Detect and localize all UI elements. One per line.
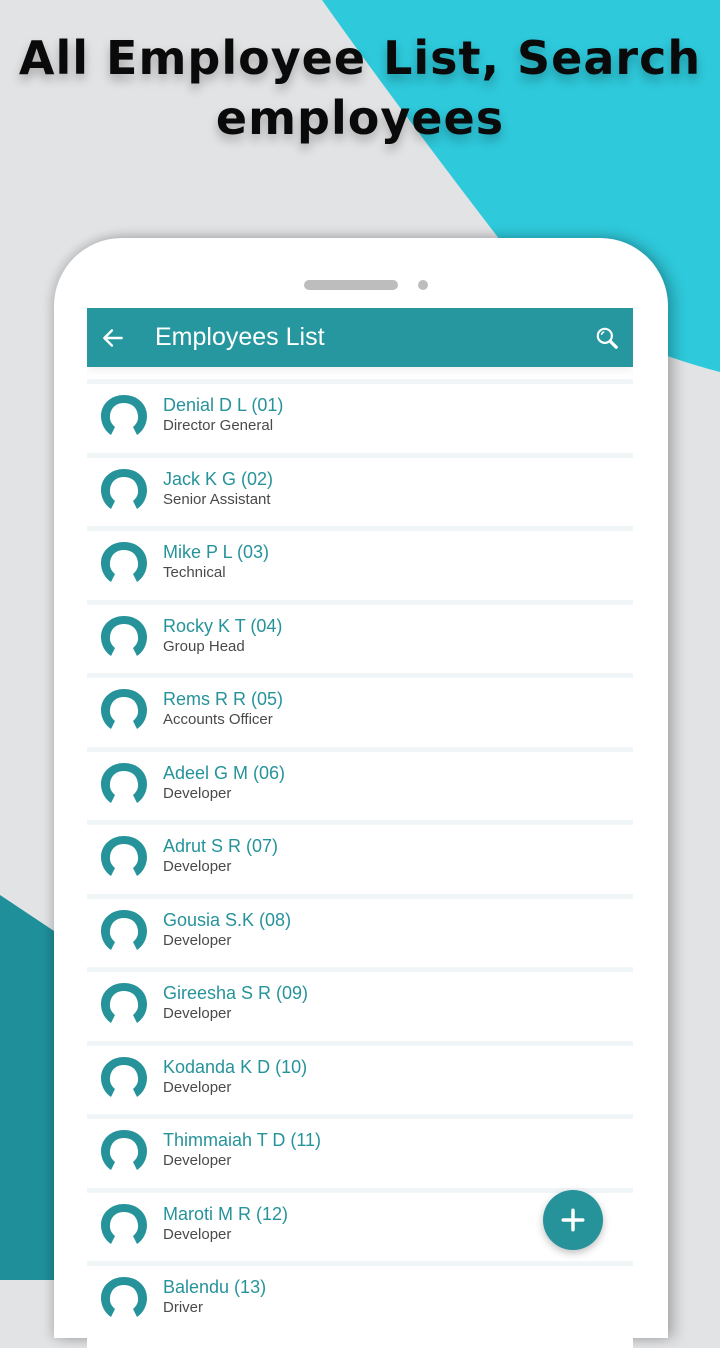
employee-role: Developer (163, 1152, 232, 1169)
teal-background-shape (0, 895, 60, 1280)
employee-list-item[interactable]: Gousia S.K (08) Developer (87, 893, 633, 961)
employee-name: Gousia S.K (08) (163, 909, 292, 930)
person-avatar-icon (101, 395, 147, 435)
employee-list-item[interactable]: Rems R R (05) Accounts Officer (87, 673, 633, 740)
employee-role: Technical (163, 564, 226, 581)
employee-name: Rocky K T (04) (163, 615, 283, 636)
employee-list-item[interactable]: Mike P L (03) Technical (87, 526, 633, 593)
app-bar: Employees List (87, 308, 633, 367)
employee-role: Developer (163, 784, 232, 802)
employee-name: Jack K G (02) (163, 468, 274, 489)
employee-role: Driver (163, 1299, 203, 1316)
employee-list: Denial D L (01) Director General Jack K … (87, 379, 633, 1335)
employee-role: Developer (163, 1225, 232, 1243)
plus-icon (561, 1208, 585, 1232)
employee-name: Thimmaiah T D (11) (163, 1130, 322, 1150)
person-avatar-icon (101, 762, 147, 803)
promo-headline: All Employee List, Search employees (0, 28, 720, 148)
search-button[interactable] (591, 322, 623, 354)
page-title: Employees List (155, 323, 325, 351)
employee-name: Denial D L (01) (163, 395, 284, 415)
person-avatar-icon (101, 542, 147, 582)
person-avatar-icon (101, 983, 147, 1023)
employee-name: Adeel G M (06) (163, 762, 286, 783)
promo-headline-line1: All Employee List, Search (18, 31, 702, 85)
employee-name: Mike P L (03) (163, 542, 270, 562)
employee-name: Gireesha S R (09) (163, 983, 309, 1003)
employee-name: Kodanda K D (10) (163, 1056, 308, 1077)
person-avatar-icon (101, 1203, 147, 1244)
person-avatar-icon (101, 1130, 147, 1170)
employee-role: Senior Assistant (163, 490, 271, 508)
employee-list-item[interactable]: Adeel G M (06) Developer (87, 746, 633, 814)
employee-list-item[interactable]: Rocky K T (04) Group Head (87, 599, 633, 667)
employee-role: Accounts Officer (163, 711, 273, 728)
employee-list-item[interactable]: Kodanda K D (10) Developer (87, 1040, 633, 1108)
employee-list-item[interactable]: Thimmaiah T D (11) Developer (87, 1114, 633, 1181)
employee-name: Adrut S R (07) (163, 836, 279, 856)
employee-list-item[interactable]: Adrut S R (07) Developer (87, 820, 633, 887)
employee-name: Rems R R (05) (163, 689, 284, 709)
person-avatar-icon (101, 1056, 147, 1097)
employee-list-item[interactable]: Denial D L (01) Director General (87, 379, 633, 446)
employee-role: Developer (163, 931, 232, 949)
phone-frame: Employees List Denial D L (01) Director … (54, 238, 668, 1348)
employee-role: Developer (163, 1078, 232, 1096)
employee-list-item[interactable]: Gireesha S R (09) Developer (87, 967, 633, 1034)
employee-list-item[interactable]: Balendu (13) Driver (87, 1261, 633, 1328)
promo-headline-line2: employees (215, 91, 505, 145)
back-button[interactable] (97, 322, 129, 354)
person-avatar-icon (101, 836, 147, 876)
search-icon (596, 327, 618, 349)
employee-role: Developer (163, 1005, 232, 1022)
employee-list-item[interactable]: Jack K G (02) Senior Assistant (87, 452, 633, 520)
employee-name: Maroti M R (12) (163, 1203, 289, 1224)
employee-role: Director General (163, 417, 274, 434)
person-avatar-icon (101, 615, 147, 656)
arrow-left-icon (103, 329, 123, 347)
employee-role: Group Head (163, 637, 245, 655)
employee-role: Developer (163, 858, 232, 875)
add-employee-button[interactable] (543, 1190, 603, 1250)
app-screen: Employees List Denial D L (01) Director … (87, 308, 633, 1348)
person-avatar-icon (101, 468, 147, 509)
person-avatar-icon (101, 1277, 147, 1317)
employee-name: Balendu (13) (163, 1277, 267, 1297)
phone-speaker (304, 280, 398, 290)
phone-camera (418, 280, 428, 290)
person-avatar-icon (101, 909, 147, 950)
person-avatar-icon (101, 689, 147, 729)
